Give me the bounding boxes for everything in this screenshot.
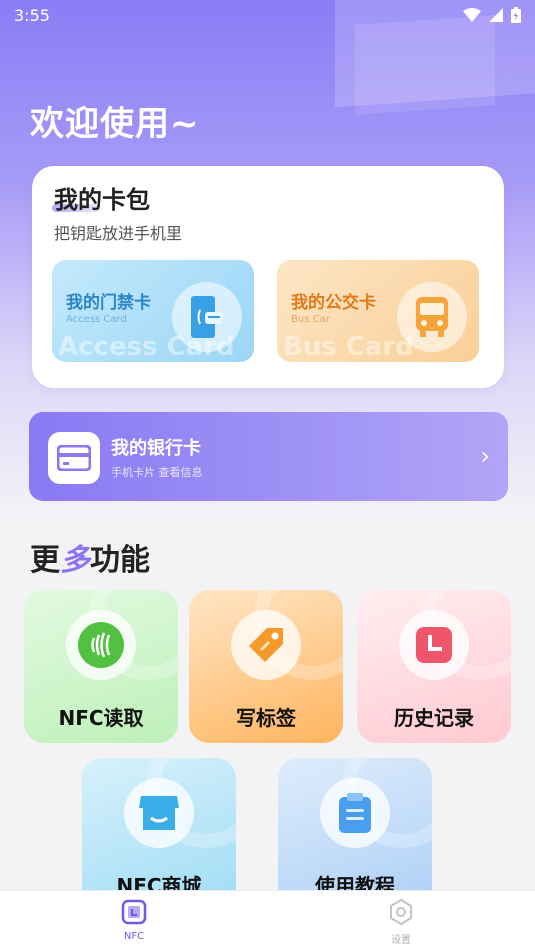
access-card-button[interactable]: Access Card 我的门禁卡 Access Card	[52, 260, 254, 362]
write-tag-tile[interactable]: 写标签	[189, 590, 343, 743]
nfc-read-label: NFC读取	[58, 706, 144, 730]
nav-tab-nfc[interactable]: NFC	[94, 899, 174, 942]
status-time: 3:55	[14, 5, 50, 25]
write-tag-label: 写标签	[236, 706, 296, 730]
welcome-title: 欢迎使用~	[30, 104, 200, 144]
bank-card-icon	[57, 445, 91, 471]
card-wallet-panel: 我的卡包 把钥匙放进手机里 Access Card 我的门禁卡 Access C…	[32, 166, 504, 388]
door-card-icon	[191, 296, 223, 338]
history-tile[interactable]: 历史记录	[357, 590, 511, 743]
nav-tab-settings[interactable]: 设置	[361, 898, 441, 946]
nav-tab-nfc-label: NFC	[123, 931, 145, 942]
wallet-subtitle: 把钥匙放进手机里	[54, 224, 183, 243]
nfc-read-tile[interactable]: NFC读取	[24, 590, 178, 743]
bank-card-button[interactable]: 我的银行卡 手机卡片 查看信息 ›	[29, 412, 508, 501]
bottom-nav: NFC 设置	[0, 890, 535, 951]
wifi-icon	[463, 8, 481, 22]
tag-icon	[249, 628, 283, 662]
decorative-glass	[355, 15, 495, 115]
bus-card-subtitle: Bus Car	[291, 314, 330, 325]
bank-card-title: 我的银行卡	[111, 438, 201, 459]
more-features-title: 更多功能	[30, 543, 150, 578]
history-label: 历史记录	[394, 706, 474, 730]
bus-card-button[interactable]: Bus Card 我的公交卡 Bus Car	[277, 260, 479, 362]
access-card-title: 我的门禁卡	[66, 293, 151, 313]
clipboard-icon	[339, 793, 371, 833]
nfc-tab-icon	[121, 899, 147, 925]
bus-card-title: 我的公交卡	[291, 293, 376, 313]
chevron-right-icon: ›	[480, 442, 490, 470]
nfc-icon	[78, 622, 124, 668]
signal-icon	[489, 8, 503, 22]
clock-icon	[416, 627, 452, 663]
access-card-subtitle: Access Card	[66, 314, 127, 325]
bus-card-watermark: Bus Card	[283, 332, 414, 362]
status-bar: 3:55	[0, 0, 535, 30]
nav-tab-settings-label: 设置	[391, 935, 411, 946]
bus-icon	[416, 297, 448, 337]
bank-card-subtitle: 手机卡片 查看信息	[111, 466, 203, 479]
battery-icon	[511, 7, 521, 23]
gear-icon	[390, 898, 412, 926]
tutorial-tile[interactable]: 使用教程	[278, 758, 432, 911]
nfc-shop-tile[interactable]: NFC商城	[82, 758, 236, 911]
shop-icon	[139, 796, 179, 830]
wallet-title: 我的卡包	[54, 186, 150, 214]
